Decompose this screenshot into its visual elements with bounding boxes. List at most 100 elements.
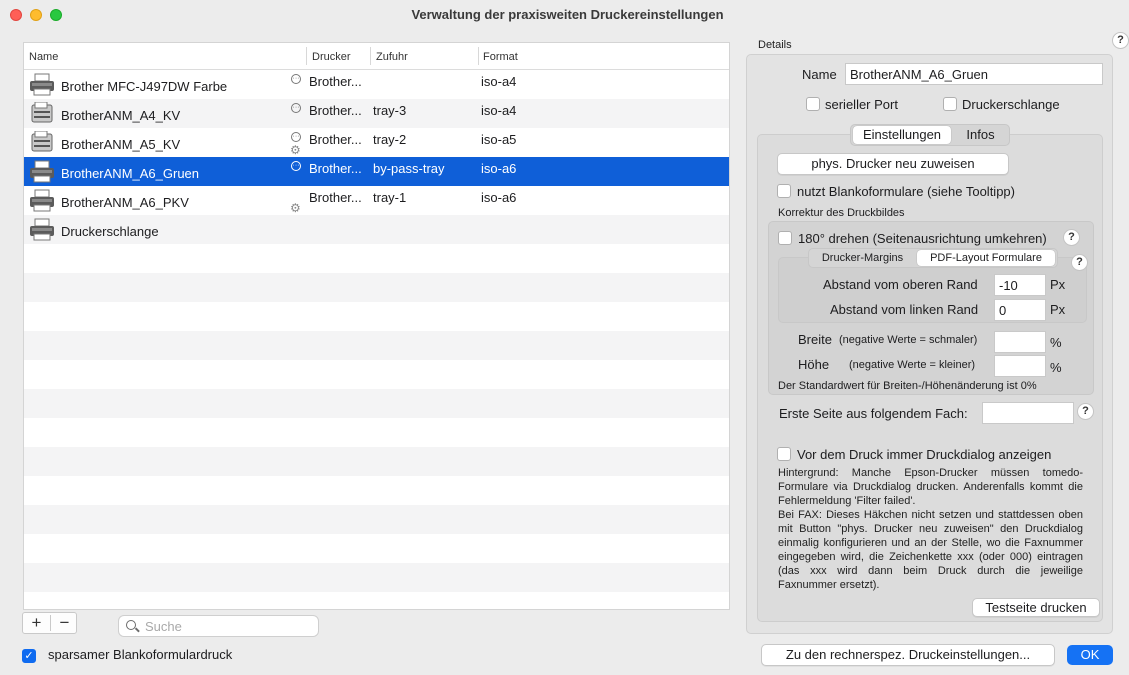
standard-note: Der Standardwert für Breiten-/Höhenänder… [778,380,1037,392]
row-zufuhr: tray-3 [373,103,407,118]
row-name: BrotherANM_A6_PKV [61,195,189,210]
tab-pdf-layout[interactable]: PDF-Layout Formulare [917,250,1055,266]
testseite-button[interactable]: Testseite drucken [972,598,1100,617]
row-format: iso-a4 [481,103,517,118]
search-icon [126,620,136,630]
name-label: Name [802,67,837,82]
druckerschlange-checkbox[interactable] [943,97,957,111]
empty-row [24,389,729,418]
column-header-zufuhr[interactable]: Zufuhr [376,51,408,63]
printer-icon [30,160,54,183]
druckdialog-checkbox[interactable] [777,447,791,461]
tab-drucker-margins[interactable]: Drucker-Margins [811,250,914,266]
fach-help-button[interactable]: ? [1077,403,1094,420]
status-icon: ··· [291,103,301,113]
table-row[interactable]: BrotherANM_A6_PKV ⚙ Brother... tray-1 is… [24,186,729,215]
row-zufuhr: by-pass-tray [373,161,445,176]
drehen-help-button[interactable]: ? [1063,229,1080,246]
blanko-checkbox[interactable] [777,184,791,198]
row-name: Brother MFC-J497DW Farbe [61,79,228,94]
links-field[interactable]: 0 [994,299,1046,321]
search-field[interactable] [118,615,319,637]
row-format: iso-a5 [481,132,517,147]
hoehe-label: Höhe [798,357,830,372]
name-field[interactable]: BrotherANM_A6_Gruen [845,63,1103,85]
add-printer-button[interactable]: + [23,613,50,633]
oben-label: Abstand vom oberen Rand [823,277,978,292]
empty-row [24,476,729,505]
row-zufuhr: tray-2 [373,132,407,147]
column-header-drucker[interactable]: Drucker [312,51,351,63]
druckerschlange-label: Druckerschlange [962,97,1060,112]
empty-row [24,592,729,609]
tab-infos[interactable]: Infos [953,126,1008,144]
add-remove-control: + − [22,612,77,634]
px-unit: Px [1050,302,1066,317]
hintergrund-text: Hintergrund: Manche Epson-Drucker müssen… [778,467,1083,507]
hintergrund-text-block: Hintergrund: Manche Epson-Drucker müssen… [778,466,1083,592]
column-divider[interactable] [370,47,371,65]
breite-field[interactable] [994,331,1046,353]
row-zufuhr: tray-1 [373,190,407,205]
remove-printer-button[interactable]: − [51,613,78,633]
empty-row [24,534,729,563]
rechnerspez-button[interactable]: Zu den rechnerspez. Druckeinstellungen..… [761,644,1055,666]
row-format: iso-a6 [481,161,517,176]
row-name: Druckerschlange [61,224,159,239]
drehen-checkbox[interactable] [778,231,792,245]
fach-label: Erste Seite aus folgendem Fach: [779,406,968,421]
px-unit: Px [1050,277,1066,292]
window-title: Verwaltung der praxisweiten Druckereinst… [411,7,724,22]
empty-row [24,273,729,302]
column-header-name[interactable]: Name [29,51,58,63]
status-icon: ··· [291,161,301,171]
korrektur-label: Korrektur des Druckbildes [778,207,905,219]
column-divider[interactable] [306,47,307,65]
column-divider[interactable] [478,47,479,65]
row-format: iso-a6 [481,190,517,205]
ok-button[interactable]: OK [1067,645,1113,665]
search-input[interactable] [145,618,315,634]
table-rows: Brother MFC-J497DW Farbe ··· Brother... … [24,70,729,609]
sparsam-checkbox[interactable]: ✓ [22,649,36,663]
serieller-port-checkbox[interactable] [806,97,820,111]
oben-field[interactable]: -10 [994,274,1046,296]
table-header: Name Drucker Zufuhr Format [24,43,729,70]
details-label: Details [758,39,792,51]
row-name: BrotherANM_A4_KV [61,108,181,123]
hoehe-hint: (negative Werte = kleiner) [849,359,976,371]
drehen-label: 180° drehen (Seitenausrichtung umkehren) [798,231,1047,246]
hoehe-field[interactable] [994,355,1046,377]
table-row[interactable]: BrotherANM_A4_KV ··· Brother... tray-3 i… [24,99,729,128]
row-drucker: Brother... [309,161,362,176]
fach-field[interactable] [982,402,1074,424]
fax-text: Bei FAX: Dieses Häkchen nicht setzen und… [778,509,1083,591]
percent-unit: % [1050,360,1062,375]
tab-einstellungen[interactable]: Einstellungen [853,126,951,144]
title-bar: Verwaltung der praxisweiten Druckereinst… [0,0,1129,30]
help-button[interactable]: ? [1112,32,1129,49]
gear-icon: ⚙ [290,143,301,157]
column-header-format[interactable]: Format [483,51,518,63]
margins-help-button[interactable]: ? [1071,254,1088,271]
gear-icon: ⚙ [290,201,301,215]
table-row[interactable]: BrotherANM_A5_KV ··· ⚙ Brother... tray-2… [24,128,729,157]
status-icon: ··· [291,74,301,84]
table-row-selected[interactable]: BrotherANM_A6_Gruen ··· Brother... by-pa… [24,157,729,186]
empty-row [24,331,729,360]
percent-unit: % [1050,335,1062,350]
table-row[interactable]: Brother MFC-J497DW Farbe ··· Brother... … [24,70,729,99]
printer-icon [30,189,54,212]
row-drucker: Brother... [309,132,362,147]
empty-row [24,418,729,447]
blanko-label: nutzt Blankoformulare (siehe Tooltipp) [797,184,1015,199]
phys-drucker-button[interactable]: phys. Drucker neu zuweisen [777,153,1009,175]
empty-row [24,360,729,389]
links-label: Abstand vom linken Rand [830,302,979,317]
row-drucker: Brother... [309,190,362,205]
table-row[interactable]: Druckerschlange [24,215,729,244]
empty-row [24,302,729,331]
status-icon: ··· [291,132,301,142]
laser-printer-icon [31,102,53,123]
empty-row [24,563,729,592]
